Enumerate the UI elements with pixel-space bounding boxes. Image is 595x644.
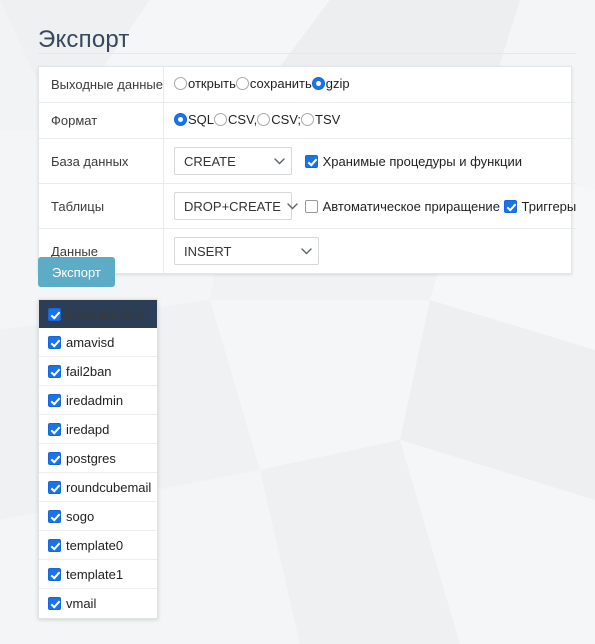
radio-save-dot[interactable] <box>235 77 249 90</box>
list-item-checkbox[interactable] <box>48 509 61 523</box>
list-item-label: iredadmin <box>66 392 124 408</box>
list-item[interactable]: template0 <box>39 531 157 560</box>
list-item[interactable]: vmail <box>39 589 157 618</box>
data-mode-select-value: INSERT <box>184 243 232 259</box>
checkbox-auto-increment-label: Автоматическое приращение <box>322 198 500 214</box>
checkbox-triggers[interactable]: Триггеры <box>503 198 577 214</box>
row-format: Формат SQL CSV, CSV; TSV <box>39 102 577 139</box>
list-item-checkbox[interactable] <box>48 422 61 436</box>
list-item-checkbox[interactable] <box>48 567 61 581</box>
list-item-checkbox[interactable] <box>48 480 61 494</box>
radio-open-label: открыть <box>188 76 236 91</box>
radio-save-label: сохранить <box>249 76 312 91</box>
list-item[interactable]: postgres <box>39 444 157 473</box>
list-item[interactable]: iredadmin <box>39 386 157 415</box>
list-item[interactable]: template1 <box>39 560 157 589</box>
list-item-label: iredapd <box>66 421 110 437</box>
radio-sql[interactable]: SQL <box>174 112 214 127</box>
list-item-checkbox[interactable] <box>48 597 61 610</box>
row-output-value: открыть сохранить gzip <box>164 67 577 103</box>
checkbox-routines-label: Хранимые процедуры и функции <box>322 153 522 169</box>
radio-csv-comma[interactable]: CSV, <box>214 112 257 127</box>
chevron-down-icon <box>274 157 285 165</box>
page-root: Экспорт Выходные данные открыть сохранит… <box>0 0 595 644</box>
radio-open-dot[interactable] <box>174 77 188 90</box>
row-tables: Таблицы DROP+CREATE Автоматическое прира… <box>39 183 577 229</box>
chevron-down-icon <box>287 202 298 210</box>
list-item[interactable]: fail2ban <box>39 357 157 386</box>
database-list-header-checkbox[interactable] <box>48 307 61 321</box>
radio-csv-semicolon-label: CSV; <box>271 112 302 127</box>
radio-sql-label: SQL <box>188 112 215 127</box>
radio-tsv[interactable]: TSV <box>301 112 340 127</box>
database-list-header-label: База данных <box>66 306 144 322</box>
database-mode-select-value: CREATE <box>184 153 236 169</box>
checkbox-triggers-label: Триггеры <box>521 198 577 214</box>
list-item-checkbox[interactable] <box>48 364 61 378</box>
list-item-checkbox[interactable] <box>48 335 61 349</box>
row-database-value: CREATE Хранимые процедуры и функции <box>164 139 577 184</box>
format-radio-group[interactable]: SQL CSV, CSV; TSV <box>174 112 340 127</box>
radio-save[interactable]: сохранить <box>235 76 312 91</box>
row-tables-value: DROP+CREATE Автоматическое приращение Тр… <box>164 184 577 229</box>
list-item[interactable]: amavisd <box>39 328 157 357</box>
radio-tsv-label: TSV <box>315 112 341 127</box>
chevron-down-icon <box>301 247 312 255</box>
list-item-label: amavisd <box>66 334 115 350</box>
list-item-label: vmail <box>66 596 97 611</box>
row-database-label: База данных <box>39 138 165 184</box>
export-options-table: Выходные данные открыть сохранить gzip Ф… <box>38 66 577 274</box>
radio-tsv-dot[interactable] <box>301 113 315 126</box>
checkbox-routines[interactable]: Хранимые процедуры и функции <box>304 153 522 169</box>
radio-open[interactable]: открыть <box>174 76 236 91</box>
tables-mode-select[interactable]: DROP+CREATE <box>174 192 298 220</box>
radio-csv-comma-label: CSV, <box>228 112 258 127</box>
export-button[interactable]: Экспорт <box>38 257 115 287</box>
radio-gzip-label: gzip <box>325 76 350 91</box>
list-item[interactable]: roundcubemail <box>39 473 157 502</box>
list-item-label: sogo <box>66 508 95 524</box>
row-format-value: SQL CSV, CSV; TSV <box>164 103 577 139</box>
list-item-label: fail2ban <box>66 363 112 379</box>
row-data: Данные INSERT <box>39 228 577 274</box>
radio-gzip-dot[interactable] <box>311 77 325 90</box>
database-list-header[interactable]: База данных <box>39 300 157 328</box>
radio-csv-comma-dot[interactable] <box>214 113 228 126</box>
checkbox-auto-increment[interactable]: Автоматическое приращение <box>304 198 500 214</box>
row-output-label: Выходные данные <box>39 67 165 103</box>
row-format-label: Формат <box>39 102 165 139</box>
data-mode-select[interactable]: INSERT <box>174 237 320 265</box>
radio-gzip[interactable]: gzip <box>311 76 350 91</box>
row-output: Выходные данные открыть сохранить gzip <box>39 67 577 103</box>
database-mode-select[interactable]: CREATE <box>174 147 293 175</box>
database-list: База данных amavisd fail2ban iredadmin i… <box>38 299 158 619</box>
list-item-label: template1 <box>66 566 124 582</box>
title-divider <box>38 53 576 54</box>
radio-sql-dot[interactable] <box>174 113 188 126</box>
radio-csv-semicolon[interactable]: CSV; <box>257 112 301 127</box>
list-item-label: postgres <box>66 450 116 466</box>
list-item-label: roundcubemail <box>66 479 152 495</box>
row-database: База данных CREATE Хранимые процедуры и … <box>39 138 577 184</box>
page-title: Экспорт <box>38 26 130 54</box>
checkbox-triggers-box[interactable] <box>503 199 517 213</box>
radio-csv-semicolon-dot[interactable] <box>257 113 271 126</box>
tables-mode-select-value: DROP+CREATE <box>184 198 281 214</box>
list-item-label: template0 <box>66 537 124 553</box>
row-data-value: INSERT <box>164 229 577 274</box>
list-item-checkbox[interactable] <box>48 393 61 407</box>
checkbox-routines-box[interactable] <box>304 154 318 168</box>
row-tables-label: Таблицы <box>39 183 165 229</box>
list-item-checkbox[interactable] <box>48 451 61 465</box>
list-item[interactable]: sogo <box>39 502 157 531</box>
output-radio-group[interactable]: открыть сохранить gzip <box>174 76 350 91</box>
checkbox-auto-increment-box[interactable] <box>304 199 318 213</box>
list-item-checkbox[interactable] <box>48 538 61 552</box>
list-item[interactable]: iredapd <box>39 415 157 444</box>
